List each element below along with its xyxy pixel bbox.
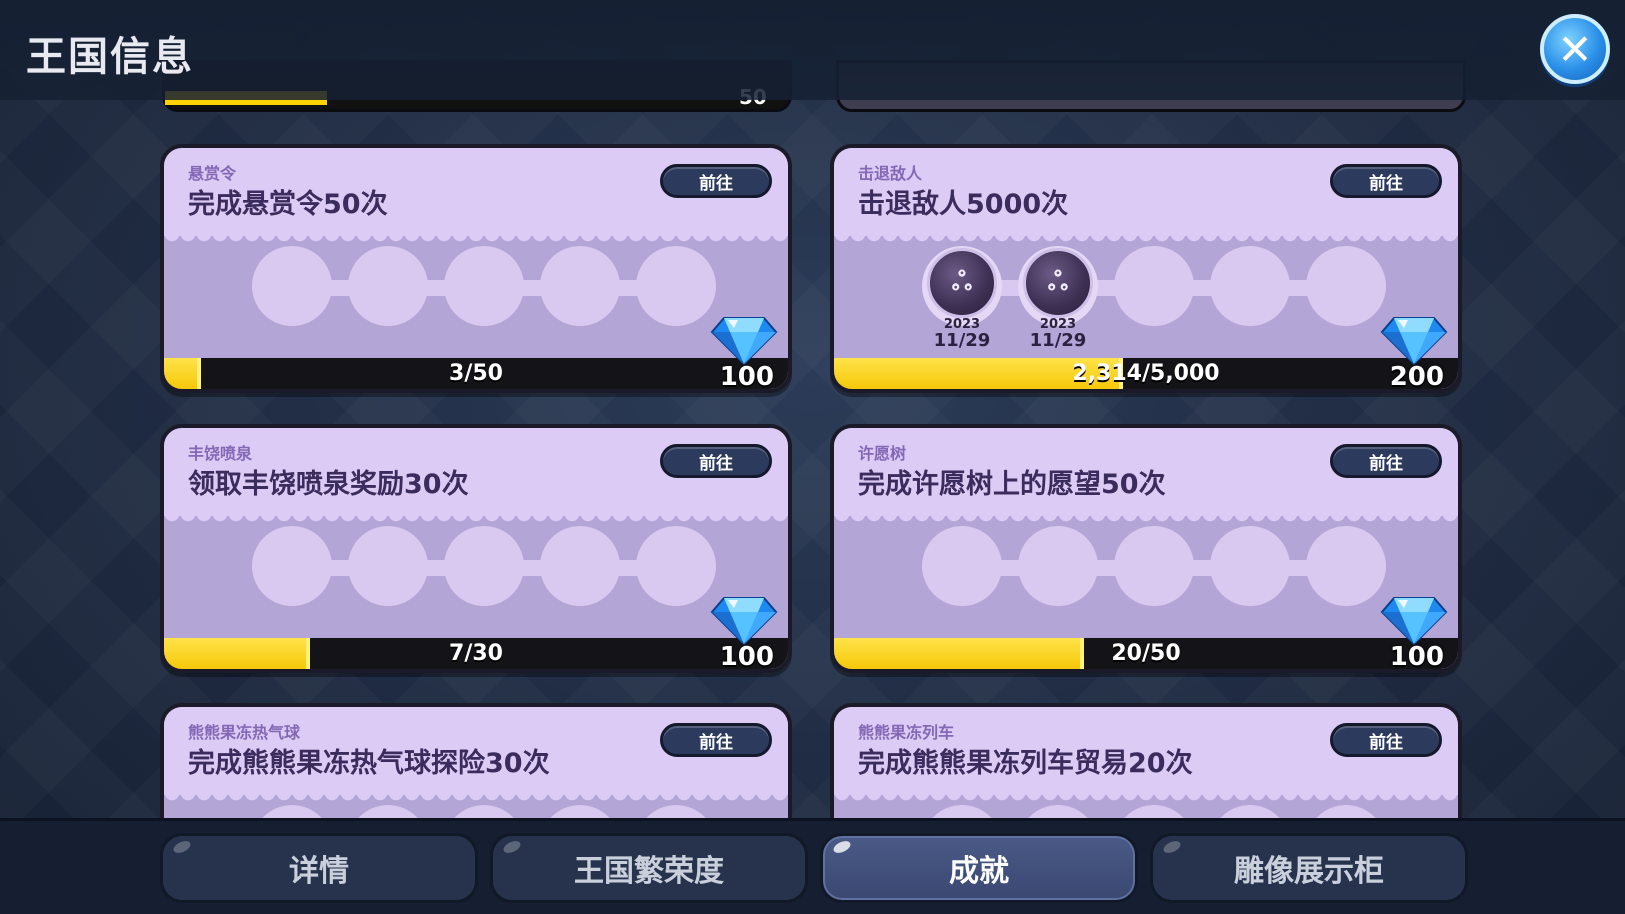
card-header: 许愿树完成许愿树上的愿望50次 前往 — [834, 428, 1458, 526]
tab-statue-display[interactable]: 雕像展示柜 — [1150, 833, 1468, 903]
goto-button[interactable]: 前往 — [660, 444, 772, 478]
milestone-slot — [1018, 805, 1098, 818]
card-task-title: 完成熊熊果冻热气球探险30次 — [188, 748, 550, 779]
progress-bar: 20/50 — [834, 638, 1458, 669]
header-bar: 王国信息 — [0, 0, 1625, 100]
milestone-slot — [444, 246, 524, 326]
card-task-title: 完成熊熊果冻列车贸易20次 — [858, 748, 1193, 779]
milestone-slot — [1210, 526, 1290, 606]
blue-diamond-icon — [1380, 594, 1448, 646]
achievement-medal-icon: ஃ — [927, 248, 997, 318]
achievement-card: 击退敌人 击退敌人5000次 前往 ஃ 2023 11/29 ஃ 2023 11/29 2,314… — [830, 144, 1462, 393]
card-category: 悬赏令 — [188, 164, 237, 183]
card-task-title: 完成许愿树上的愿望50次 — [858, 469, 1166, 500]
card-task-title: 击退敌人5000次 — [858, 189, 1069, 220]
milestone-slot — [636, 526, 716, 606]
card-header: 熊熊果冻列车完成熊熊果冻列车贸易20次 前往 — [834, 707, 1458, 805]
reward-amount: 200 — [1389, 362, 1444, 392]
medal-day: 11/29 — [1029, 329, 1087, 351]
card-header: 熊熊果冻热气球完成熊熊果冻热气球探险30次 前往 — [164, 707, 788, 805]
tab-kingdom-prosperity[interactable]: 王国繁荣度 — [490, 833, 808, 903]
goto-button[interactable]: 前往 — [1330, 444, 1442, 478]
progress-text: 20/50 — [1111, 641, 1181, 666]
goto-button[interactable]: 前往 — [660, 723, 772, 757]
milestone-track — [922, 526, 1386, 616]
milestone-track — [922, 805, 1386, 818]
page-title: 王国信息 — [26, 34, 194, 80]
progress-bar: 7/30 — [164, 638, 788, 669]
blue-diamond-icon — [710, 314, 778, 366]
card-header: 悬赏令完成悬赏令50次 前往 — [164, 148, 788, 246]
medal-date: 2023 11/29 — [922, 318, 1002, 351]
milestone-slot — [348, 526, 428, 606]
tab-achievements[interactable]: 成就 — [820, 833, 1138, 903]
milestone-slot — [540, 246, 620, 326]
milestone-slot — [252, 526, 332, 606]
milestone-slot — [540, 805, 620, 818]
milestone-slot: ஃ — [1018, 246, 1098, 326]
milestone-slot — [1114, 246, 1194, 326]
goto-button[interactable]: 前往 — [660, 164, 772, 198]
card-header: 丰饶喷泉领取丰饶喷泉奖励30次 前往 — [164, 428, 788, 526]
bottom-tab-bar: 详情 王国繁荣度 成就 雕像展示柜 — [0, 818, 1625, 914]
goto-button[interactable]: 前往 — [1330, 723, 1442, 757]
card-category: 熊熊果冻热气球 — [188, 723, 301, 742]
card-header: 击退敌人击退敌人5000次 前往 — [834, 148, 1458, 246]
progress-text: 2,314/5,000 — [1072, 361, 1220, 386]
blue-diamond-icon — [1380, 314, 1448, 366]
achievement-medal-icon: ஃ — [1023, 248, 1093, 318]
achievement-card: 熊熊果冻列车完成熊熊果冻列车贸易20次 前往 — [830, 703, 1462, 818]
milestone-track — [252, 805, 716, 818]
milestone-slot — [1306, 526, 1386, 606]
card-task-title: 完成悬赏令50次 — [188, 189, 388, 220]
medal-day: 11/29 — [933, 329, 991, 351]
achievement-card: 许愿树完成许愿树上的愿望50次 前往 20/50 100 — [830, 424, 1462, 673]
milestone-slot — [1114, 805, 1194, 818]
achievement-card: 丰饶喷泉领取丰饶喷泉奖励30次 前往 7/30 100 — [160, 424, 792, 673]
achievement-list[interactable]: 50 悬赏令完成悬赏令50次前往3/50100 击退敌人击退敌人5000次前往ஃ… — [0, 0, 1625, 818]
progress-bar: 3/50 — [164, 358, 788, 389]
milestone-track — [252, 526, 716, 616]
milestone-slot — [1306, 246, 1386, 326]
milestone-slot — [636, 246, 716, 326]
milestone-slot — [1114, 526, 1194, 606]
goto-button[interactable]: 前往 — [1330, 164, 1442, 198]
card-category: 许愿树 — [858, 444, 907, 463]
milestone-track: ஃ 2023 11/29 ஃ 2023 11/29 — [922, 246, 1386, 350]
card-category: 熊熊果冻列车 — [858, 723, 955, 742]
blue-diamond-icon — [710, 594, 778, 646]
milestone-slot — [540, 526, 620, 606]
milestone-slot — [348, 246, 428, 326]
milestone-slot — [348, 805, 428, 818]
progress-text: 3/50 — [449, 361, 503, 386]
progress-bar: 2,314/5,000 — [834, 358, 1458, 389]
achievement-card: 悬赏令完成悬赏令50次 前往 3/50 100 — [160, 144, 792, 393]
milestone-slot — [444, 526, 524, 606]
reward-amount: 100 — [719, 642, 774, 672]
milestone-slot — [252, 246, 332, 326]
card-category: 丰饶喷泉 — [188, 444, 253, 463]
milestone-slot: ஃ — [922, 246, 1002, 326]
milestone-slot — [1306, 805, 1386, 818]
milestone-slot — [1210, 246, 1290, 326]
tab-details[interactable]: 详情 — [160, 833, 478, 903]
reward-amount: 100 — [1389, 642, 1444, 672]
milestone-slot — [922, 805, 1002, 818]
milestone-slot — [922, 526, 1002, 606]
reward-amount: 100 — [719, 362, 774, 392]
close-button[interactable]: ✕ — [1540, 14, 1610, 84]
milestone-track — [252, 246, 716, 336]
milestone-slot — [252, 805, 332, 818]
medal-date: 2023 11/29 — [1018, 318, 1098, 351]
close-x-icon: ✕ — [1557, 24, 1593, 74]
milestone-slot — [1210, 805, 1290, 818]
card-category: 击退敌人 — [858, 164, 923, 183]
progress-text: 7/30 — [449, 641, 503, 666]
milestone-slot — [444, 805, 524, 818]
achievement-card: 熊熊果冻热气球完成熊熊果冻热气球探险30次 前往 — [160, 703, 792, 818]
milestone-slot — [636, 805, 716, 818]
milestone-slot — [1018, 526, 1098, 606]
card-task-title: 领取丰饶喷泉奖励30次 — [188, 469, 469, 500]
